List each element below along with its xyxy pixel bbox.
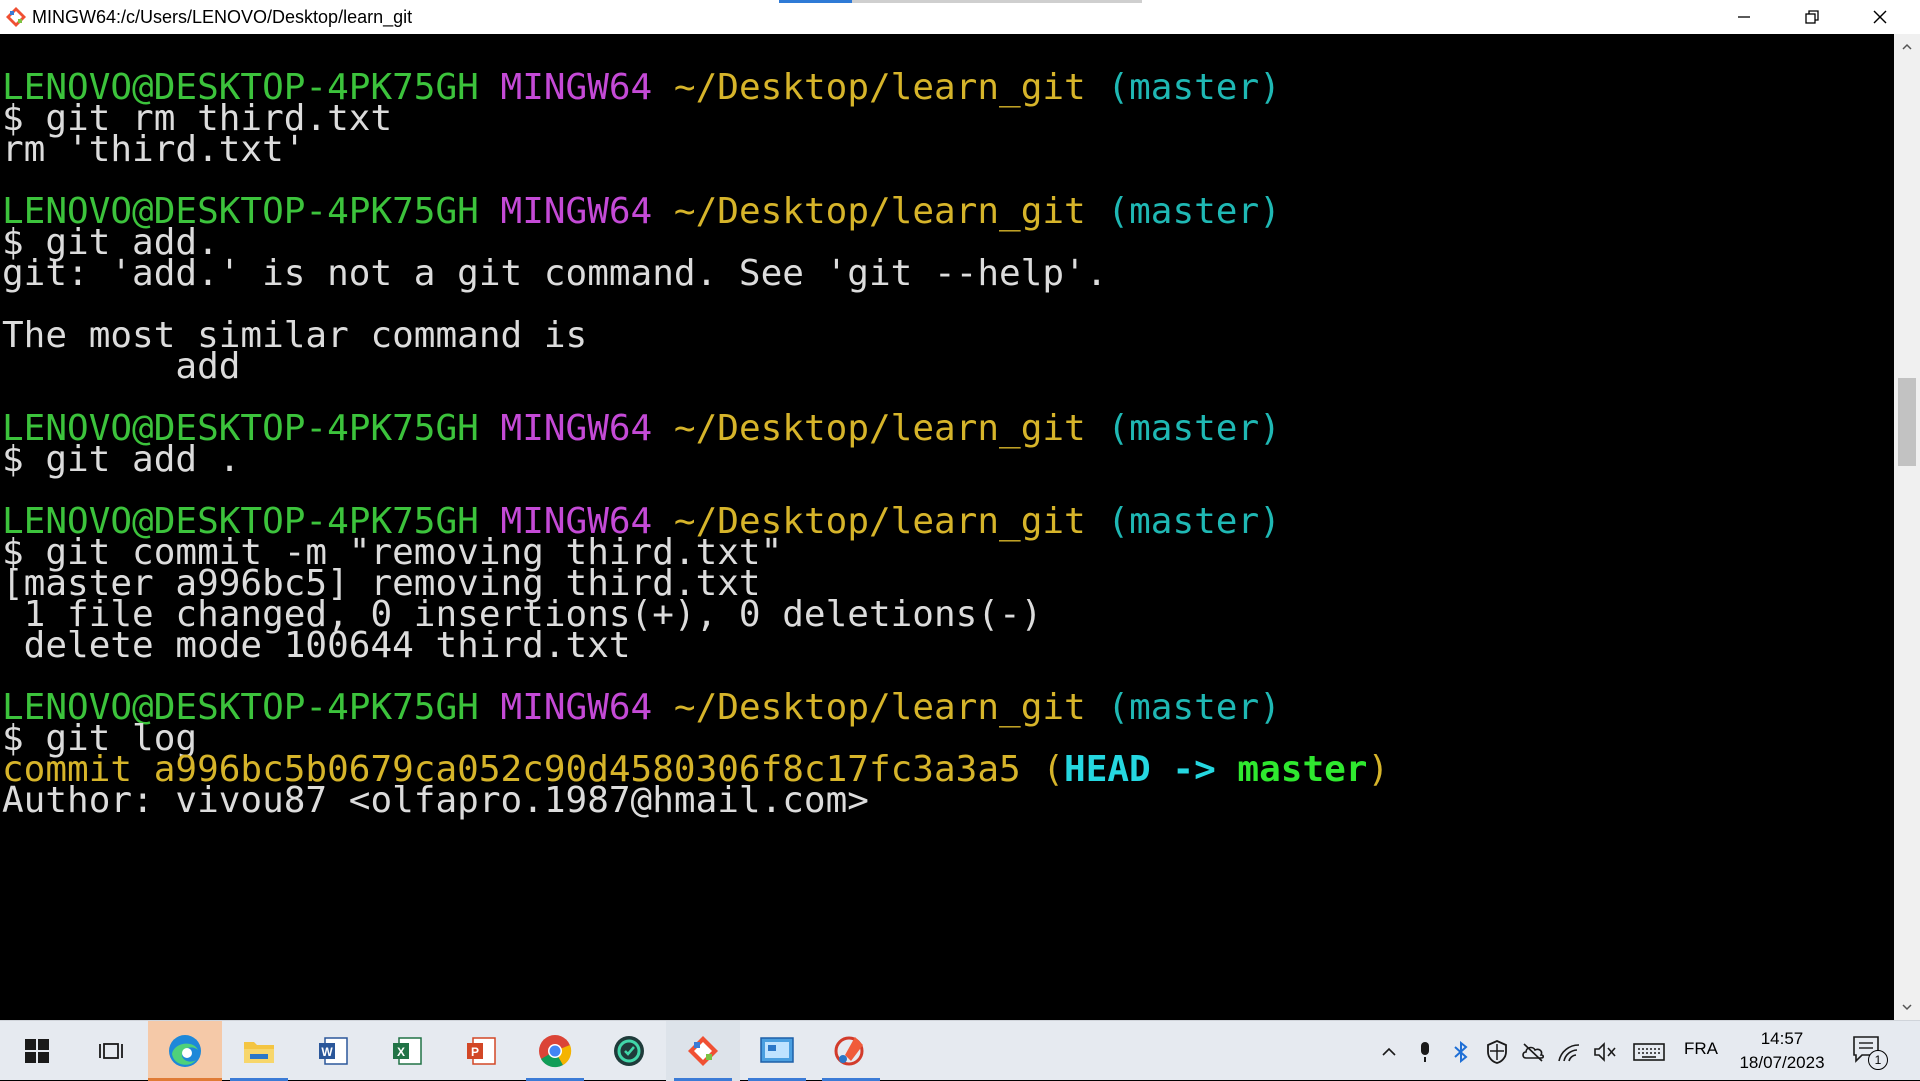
prompt-branch: (master) [1107,501,1281,542]
command-line: $ git add . [2,439,241,480]
taskbar-git-bash[interactable] [666,1021,740,1081]
restore-icon [1805,10,1819,24]
chevron-up-icon [1902,43,1912,50]
network-tray[interactable] [1556,1039,1582,1065]
notification-center-button[interactable]: 1 [1852,1035,1888,1071]
touch-keyboard-tray[interactable] [1632,1039,1666,1065]
chrome-icon [539,1035,572,1068]
paint-icon [834,1036,864,1066]
show-hidden-icons-button[interactable] [1376,1039,1402,1065]
taskbar-edge[interactable] [148,1021,222,1081]
input-language[interactable]: FRA [1684,1039,1718,1059]
window-title: MINGW64:/c/Users/LENOVO/Desktop/learn_gi… [32,7,413,27]
minimize-icon [1738,16,1750,18]
head-ref: HEAD -> [1064,749,1238,790]
focus-indicator-track [852,0,1142,3]
taskbar-word[interactable]: W [296,1021,370,1081]
taskbar-excel[interactable]: X [370,1021,444,1081]
prompt-system: MINGW64 [500,67,653,108]
file-explorer-icon [244,1042,274,1063]
clock-date: 18/07/2023 [1739,1053,1825,1072]
focus-indicator [779,0,852,3]
volume-tray[interactable] [1592,1039,1618,1065]
git-bash-icon [6,7,26,27]
title-bar[interactable]: MINGW64:/c/Users/LENOVO/Desktop/learn_gi… [0,0,1920,34]
security-tray[interactable] [1484,1039,1510,1065]
onedrive-tray[interactable] [1520,1039,1546,1065]
prompt-path: ~/Desktop/learn_git [673,191,1086,232]
prompt-path: ~/Desktop/learn_git [673,687,1086,728]
vertical-scrollbar[interactable] [1894,34,1920,1020]
prompt-path: ~/Desktop/learn_git [673,408,1086,449]
prompt-branch: (master) [1107,408,1281,449]
prompt-path: ~/Desktop/learn_git [673,67,1086,108]
prompt-branch: (master) [1107,67,1281,108]
close-icon [1873,10,1887,24]
microphone-tray[interactable] [1412,1039,1438,1065]
start-icon [25,1039,49,1063]
bluetooth-icon [1454,1041,1468,1063]
minimize-button[interactable] [1710,0,1778,34]
scroll-thumb[interactable] [1898,378,1916,466]
shield-icon [1487,1040,1507,1064]
output-line: add [2,346,241,387]
restore-button[interactable] [1778,0,1846,34]
task-view-button[interactable] [74,1021,148,1081]
output-line: git: 'add.' is not a git command. See 'g… [2,253,1108,294]
control-panel-icon [760,1037,794,1063]
close-button[interactable] [1846,0,1914,34]
ref-paren-close: ) [1367,749,1390,790]
prompt-system: MINGW64 [500,408,653,449]
edge-icon [169,1035,201,1067]
cloud-offline-icon [1522,1043,1545,1062]
scroll-up-button[interactable] [1894,34,1920,60]
taskbar-paint[interactable] [814,1021,888,1081]
powerpoint-icon: P [467,1037,496,1065]
task-view-icon [99,1043,123,1059]
taskbar: W X P FRA 14:57 18/07/2023 1 [0,1020,1920,1081]
taskbar-control-panel[interactable] [740,1021,814,1081]
clock-time: 14:57 [1760,1029,1804,1048]
chevron-down-icon [1902,1004,1912,1011]
output-line: rm 'third.txt' [2,129,306,170]
git-bash-icon [688,1036,718,1066]
wifi-icon [1558,1044,1580,1062]
prompt-system: MINGW64 [500,191,653,232]
keyboard-icon [1633,1043,1665,1061]
microphone-icon [1421,1042,1429,1062]
prompt-branch: (master) [1107,687,1281,728]
word-icon: W [319,1037,348,1065]
taskbar-vpn[interactable] [592,1021,666,1081]
start-button[interactable] [0,1021,74,1081]
notification-count: 1 [1868,1050,1888,1070]
chevron-up-icon [1382,1047,1396,1056]
bluetooth-tray[interactable] [1448,1039,1474,1065]
svg-text:P: P [471,1045,479,1059]
prompt-branch: (master) [1107,191,1281,232]
ref-paren-open: ( [1042,749,1065,790]
master-ref: master [1237,749,1368,790]
taskbar-file-explorer[interactable] [222,1021,296,1081]
scroll-down-button[interactable] [1894,994,1920,1020]
taskbar-chrome[interactable] [518,1021,592,1081]
terminal-output[interactable]: LENOVO@DESKTOP-4PK75GH MINGW64 ~/Desktop… [0,34,1894,1020]
prompt-system: MINGW64 [500,687,653,728]
svg-text:W: W [321,1045,333,1059]
author-line: Author: vivou87 <olfapro.1987@hmail.com> [2,780,869,821]
output-line: delete mode 100644 third.txt [2,625,631,666]
svg-text:X: X [397,1045,405,1059]
vpn-icon [614,1036,644,1066]
volume-muted-icon [1594,1042,1616,1062]
clock[interactable]: 14:57 18/07/2023 [1720,1027,1844,1075]
taskbar-powerpoint[interactable]: P [444,1021,518,1081]
excel-icon: X [393,1037,422,1065]
